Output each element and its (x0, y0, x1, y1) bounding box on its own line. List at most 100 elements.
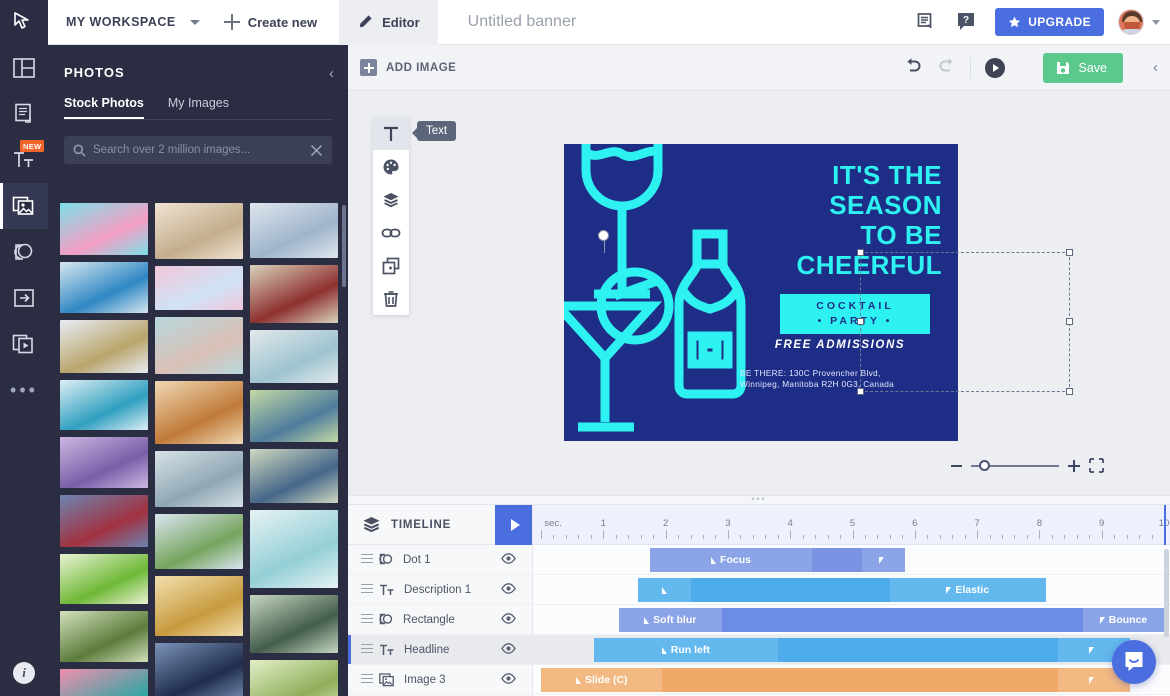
plus-icon[interactable] (1068, 460, 1080, 472)
timeline-animation-bar[interactable]: Elastic (638, 578, 1046, 602)
panel-collapse-button[interactable]: ‹ (329, 65, 334, 82)
preview-button[interactable] (985, 58, 1005, 78)
timeline-play-button[interactable] (495, 505, 532, 545)
delete-tool-button[interactable] (373, 282, 409, 315)
timeline-track[interactable]: Focus (533, 545, 1170, 575)
redo-button[interactable] (937, 57, 956, 78)
undo-button[interactable] (904, 57, 923, 78)
seagull-photo[interactable] (155, 451, 243, 507)
search-bar[interactable] (64, 136, 332, 164)
poppy-field-photo[interactable] (155, 576, 243, 636)
zoom-slider-track[interactable] (971, 465, 1059, 467)
layer-visibility-toggle[interactable] (501, 673, 516, 687)
text-tool-button[interactable] (373, 117, 409, 150)
panel-scrollbar[interactable] (342, 205, 346, 287)
resize-handle-bl[interactable] (857, 388, 864, 395)
timeline-layer-row[interactable]: Rectangle (348, 605, 532, 635)
eye-icon[interactable] (501, 553, 516, 564)
clouds-photo[interactable] (250, 203, 338, 258)
rotate-handle[interactable] (598, 230, 609, 241)
drag-handle-icon[interactable] (361, 644, 373, 656)
layer-visibility-toggle[interactable] (501, 583, 516, 597)
child-field-photo[interactable] (250, 660, 338, 696)
timeline-tracks[interactable]: sec.12345678910 Focus Elastic Soft blurBou… (533, 505, 1170, 696)
app-logo[interactable] (0, 0, 48, 45)
sidebar-item-shapes[interactable] (0, 229, 48, 275)
eye-icon[interactable] (501, 583, 516, 594)
sunset-valley-photo[interactable] (250, 390, 338, 442)
berries-photo[interactable] (60, 495, 148, 547)
eye-icon[interactable] (501, 643, 516, 654)
timeline-track[interactable]: Slide (C) (533, 665, 1170, 695)
deck-chairs-photo[interactable] (250, 449, 338, 503)
create-new-button[interactable]: Create new (224, 14, 317, 30)
save-button[interactable]: Save (1043, 53, 1124, 83)
lone-tree-photo[interactable] (250, 595, 338, 653)
link-tool-button[interactable] (373, 216, 409, 249)
mountain-meadow-photo[interactable] (60, 320, 148, 373)
timeline-bar-segment[interactable] (662, 668, 1058, 692)
timeline-layer-row[interactable]: Description 1 (348, 575, 532, 605)
flamingo-float-photo[interactable] (60, 669, 148, 696)
timeline-animation-bar[interactable]: Focus (650, 548, 905, 572)
timeline-ruler[interactable]: sec.12345678910 (533, 505, 1170, 545)
feedback-button[interactable] (909, 5, 943, 39)
eye-icon[interactable] (501, 673, 516, 684)
duplicate-tool-button[interactable] (373, 249, 409, 282)
timeline-layer-row[interactable]: Headline (348, 635, 532, 665)
eye-icon[interactable] (501, 613, 516, 624)
beach-drink-photo[interactable] (60, 262, 148, 313)
spring-flowers-photo[interactable] (155, 266, 243, 310)
timeline-animation-bar[interactable]: Soft blurBounce (619, 608, 1164, 632)
fit-screen-icon[interactable] (1089, 458, 1104, 473)
resize-handle-l[interactable] (857, 318, 864, 325)
tab-editor[interactable]: Editor (339, 0, 438, 45)
layers-tool-button[interactable] (373, 183, 409, 216)
sidebar-item-photos[interactable] (0, 183, 48, 229)
timeline-bar-segment[interactable] (778, 638, 1058, 662)
resize-handle-tl[interactable] (857, 249, 864, 256)
seashell-sand-photo[interactable] (155, 203, 243, 259)
raspberries-photo[interactable] (250, 265, 338, 323)
sidebar-item-text[interactable]: NEW (0, 137, 48, 183)
sunset-beach-photo[interactable] (155, 317, 243, 374)
sunglasses-beach-photo[interactable] (250, 330, 338, 383)
document-title[interactable]: Untitled banner (468, 13, 577, 31)
timeline-playhead[interactable] (1164, 505, 1166, 545)
upgrade-button[interactable]: UPGRADE (995, 8, 1104, 36)
close-icon[interactable] (310, 144, 323, 157)
drag-handle-icon[interactable] (361, 614, 373, 626)
zoom-slider-handle[interactable] (979, 460, 990, 471)
tab-my-images[interactable]: My Images (168, 96, 229, 119)
info-button[interactable]: i (13, 662, 35, 684)
sidebar-item-transitions[interactable] (0, 275, 48, 321)
timeline-layer-row[interactable]: Image 3 (348, 665, 532, 695)
timeline-bar-segment[interactable] (691, 578, 890, 602)
selection-box[interactable] (860, 252, 1070, 392)
timeline-drag-handle[interactable]: ••• (348, 495, 1170, 505)
timeline-track[interactable]: Elastic (533, 575, 1170, 605)
turquoise-water-photo[interactable] (250, 510, 338, 588)
search-input[interactable] (93, 144, 310, 156)
portrait-woman-photo[interactable] (155, 381, 243, 444)
workspace-name[interactable]: MY WORKSPACE (66, 15, 176, 29)
timeline-track[interactable]: Soft blurBounce (533, 605, 1170, 635)
avatar-caret-icon[interactable] (1152, 20, 1160, 25)
layer-visibility-toggle[interactable] (501, 613, 516, 627)
help-button[interactable]: ? (949, 5, 983, 39)
intercom-chat-button[interactable] (1112, 640, 1156, 684)
timeline-bar-segment[interactable] (722, 608, 1083, 632)
timeline-animation-bar[interactable]: Run left (594, 638, 1130, 662)
drag-handle-icon[interactable] (361, 674, 373, 686)
drag-handle-icon[interactable] (361, 554, 373, 566)
children-forest-photo[interactable] (155, 643, 243, 696)
pink-daisy-photo[interactable] (60, 203, 148, 255)
timeline-animation-bar[interactable]: Slide (C) (541, 668, 1130, 692)
editor-collapse-button[interactable]: ‹ (1153, 59, 1158, 76)
minus-icon[interactable] (951, 465, 962, 467)
sidebar-item-video[interactable] (0, 321, 48, 367)
timeline-bar-segment[interactable] (812, 548, 862, 572)
layer-visibility-toggle[interactable] (501, 553, 516, 567)
sidebar-item-more[interactable]: ••• (0, 367, 48, 413)
tab-stock-photos[interactable]: Stock Photos (64, 96, 144, 119)
